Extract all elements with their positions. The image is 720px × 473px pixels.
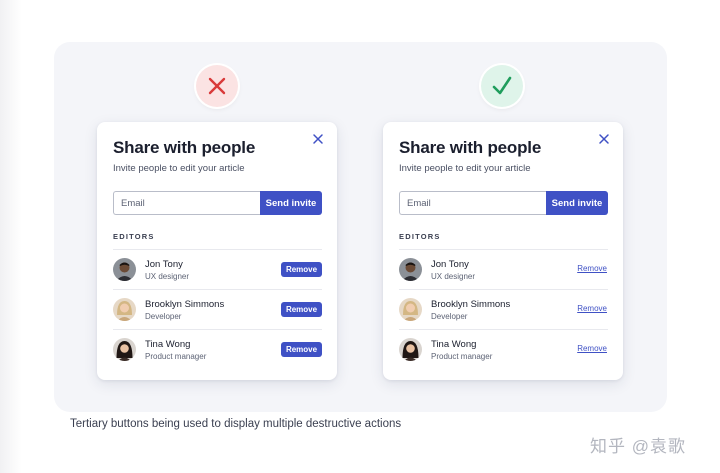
- editors-list: Jon Tony UX designer Remove Brooklyn Sim…: [113, 249, 322, 369]
- close-icon: [599, 134, 609, 144]
- list-item: Tina Wong Product manager Remove: [113, 329, 322, 369]
- page: Share with people Invite people to edit …: [0, 0, 720, 473]
- dialog-title: Share with people: [113, 138, 256, 157]
- invite-form: Send invite: [113, 191, 322, 215]
- avatar-jon-tony: [399, 258, 422, 281]
- left-edge-shade: [0, 0, 22, 473]
- share-dialog-bad-example: Share with people Invite people to edit …: [97, 122, 337, 380]
- avatar: [113, 258, 136, 281]
- avatar: [113, 338, 136, 361]
- editor-role: Product manager: [431, 352, 493, 361]
- send-invite-button[interactable]: Send invite: [260, 191, 322, 215]
- email-input[interactable]: [399, 191, 546, 215]
- editor-role: Product manager: [145, 352, 207, 361]
- list-item: Tina Wong Product manager Remove: [399, 329, 608, 369]
- editor-name: Brooklyn Simmons: [145, 299, 225, 310]
- editor-name: Brooklyn Simmons: [431, 299, 511, 310]
- checkmark-icon: [492, 76, 512, 95]
- invite-form: Send invite: [399, 191, 608, 215]
- avatar-brooklyn-simmons: [399, 298, 422, 321]
- editor-role: Developer: [431, 312, 468, 321]
- avatar: [399, 258, 422, 281]
- close-button[interactable]: [311, 132, 325, 146]
- remove-link[interactable]: Remove: [577, 344, 607, 353]
- dialog-title: Share with people: [399, 138, 542, 157]
- close-button[interactable]: [597, 132, 611, 146]
- share-dialog-good-example: Share with people Invite people to edit …: [383, 122, 623, 380]
- editors-list: Jon Tony UX designer Remove Brooklyn Sim…: [399, 249, 608, 369]
- remove-button[interactable]: Remove: [281, 262, 322, 277]
- editors-section-label: EDITORS: [113, 232, 155, 241]
- incorrect-badge: [196, 65, 238, 107]
- avatar: [399, 338, 422, 361]
- figure-caption: Tertiary buttons being used to display m…: [70, 418, 402, 430]
- watermark: 知乎 @袁歌: [590, 437, 686, 456]
- list-item: Brooklyn Simmons Developer Remove: [399, 289, 608, 329]
- editor-name: Jon Tony: [431, 259, 469, 270]
- email-input[interactable]: [113, 191, 260, 215]
- send-invite-button[interactable]: Send invite: [546, 191, 608, 215]
- dialog-subtitle: Invite people to edit your article: [113, 163, 245, 174]
- editor-name: Jon Tony: [145, 259, 183, 270]
- avatar-tina-wong: [399, 338, 422, 361]
- editors-section-label: EDITORS: [399, 232, 441, 241]
- editor-role: Developer: [145, 312, 182, 321]
- avatar-jon-tony: [113, 258, 136, 281]
- editor-name: Tina Wong: [145, 339, 191, 350]
- editor-role: UX designer: [431, 272, 476, 281]
- list-item: Jon Tony UX designer Remove: [399, 249, 608, 289]
- editor-role: UX designer: [145, 272, 190, 281]
- list-item: Jon Tony UX designer Remove: [113, 249, 322, 289]
- avatar-brooklyn-simmons: [113, 298, 136, 321]
- avatar: [399, 298, 422, 321]
- remove-button[interactable]: Remove: [281, 302, 322, 317]
- list-item: Brooklyn Simmons Developer Remove: [113, 289, 322, 329]
- close-icon: [313, 134, 323, 144]
- avatar-tina-wong: [113, 338, 136, 361]
- remove-link[interactable]: Remove: [577, 264, 607, 273]
- x-icon: [208, 77, 226, 95]
- dialog-subtitle: Invite people to edit your article: [399, 163, 531, 174]
- avatar: [113, 298, 136, 321]
- correct-badge: [481, 65, 523, 107]
- remove-button[interactable]: Remove: [281, 342, 322, 357]
- editor-name: Tina Wong: [431, 339, 477, 350]
- remove-link[interactable]: Remove: [577, 304, 607, 313]
